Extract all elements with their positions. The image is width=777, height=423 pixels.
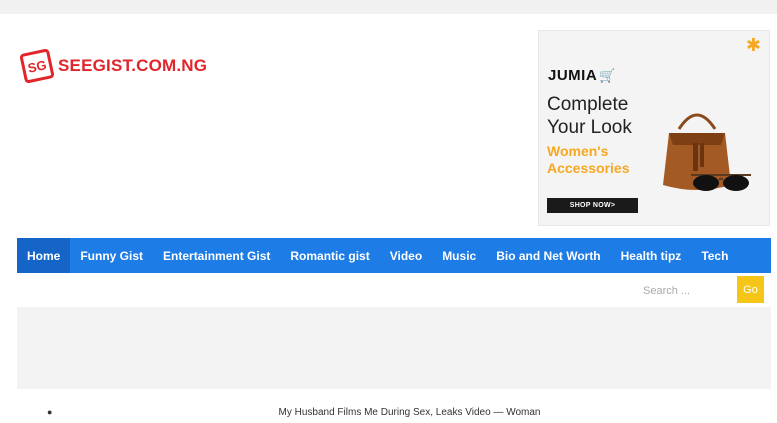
jumia-ad-banner[interactable]: ✱ JUMIA 🛒 Complete Your Look Women's Acce… <box>538 30 770 226</box>
top-strip <box>0 0 777 14</box>
nav-item-romantic-gist[interactable]: Romantic gist <box>280 238 379 273</box>
ad-choice-icon[interactable]: ✱ <box>746 35 761 56</box>
nav-item-bio-net-worth[interactable]: Bio and Net Worth <box>486 238 610 273</box>
nav-item-funny-gist[interactable]: Funny Gist <box>70 238 153 273</box>
nav-item-entertainment-gist[interactable]: Entertainment Gist <box>153 238 280 273</box>
content-band <box>17 307 771 389</box>
ad-brand: JUMIA 🛒 <box>548 67 616 84</box>
ad-headline: Complete Your Look <box>547 94 632 138</box>
sunglasses-image <box>691 174 751 191</box>
nav-item-music[interactable]: Music <box>432 238 486 273</box>
ticker-headline-link[interactable]: My Husband Films Me During Sex, Leaks Vi… <box>0 407 777 418</box>
search-go-button[interactable]: Go <box>737 276 764 303</box>
cart-icon: 🛒 <box>599 68 616 83</box>
logo-text: SEEGIST.COM.NG <box>58 56 208 75</box>
site-logo[interactable]: SG SEEGIST.COM.NG <box>19 46 222 86</box>
nav-item-home[interactable]: Home <box>17 238 71 273</box>
shop-now-button[interactable]: SHOP NOW> <box>547 198 638 213</box>
ad-brand-text: JUMIA <box>548 67 598 84</box>
nav-item-tech[interactable]: Tech <box>691 238 738 273</box>
nav-item-video[interactable]: Video <box>380 238 432 273</box>
search-input[interactable] <box>633 279 735 303</box>
ad-subline: Women's Accessories <box>547 143 630 176</box>
logo-mark: SG <box>19 48 55 84</box>
nav-item-health-tipz[interactable]: Health tipz <box>611 238 692 273</box>
main-nav: Home Funny Gist Entertainment Gist Roman… <box>17 238 771 273</box>
